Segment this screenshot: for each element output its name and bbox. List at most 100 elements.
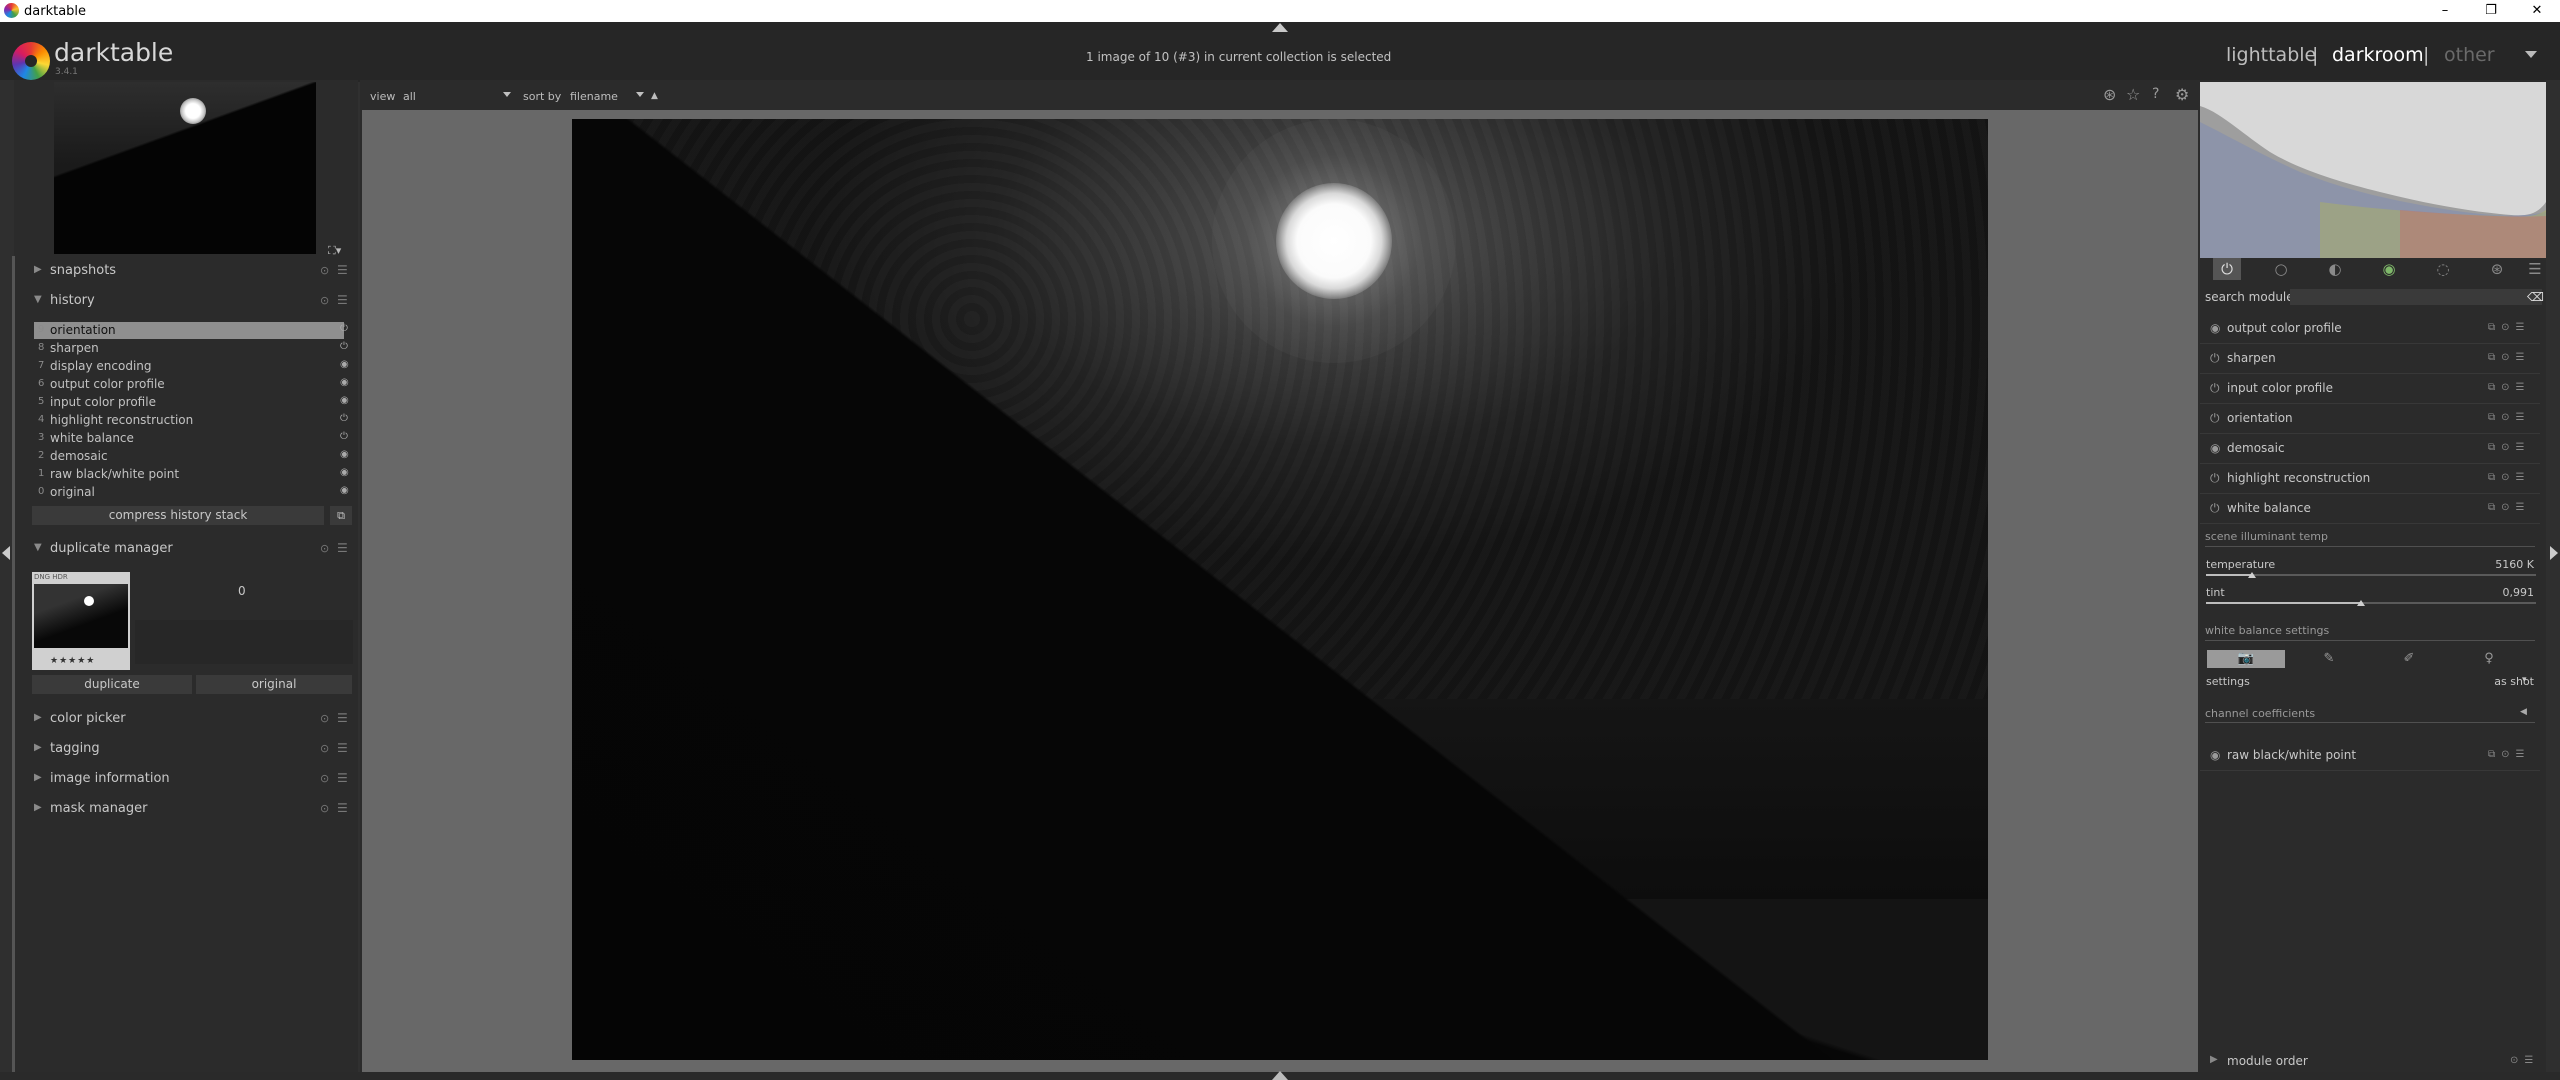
preferences-gear-icon[interactable]: ⚙ bbox=[2175, 85, 2189, 104]
module-row[interactable]: ⏻ highlight reconstruction ⧉⊙☰ bbox=[2200, 464, 2546, 494]
tab-effect-icon[interactable]: ⊛ bbox=[2483, 258, 2511, 280]
collapse-left-panel-arrow-icon[interactable] bbox=[2, 546, 10, 560]
presets-icon[interactable]: ☰ bbox=[337, 541, 348, 555]
reset-icon[interactable]: ⊙ bbox=[320, 802, 329, 815]
settings-dropdown-arrow-icon[interactable]: ▾ bbox=[2522, 675, 2527, 685]
restore-button[interactable]: ❐ bbox=[2468, 0, 2514, 22]
module-row[interactable]: ◉ output color profile ⧉⊙☰ bbox=[2200, 314, 2546, 344]
compress-history-button[interactable]: compress history stack bbox=[32, 506, 324, 525]
view-filter-dropdown[interactable]: all bbox=[403, 90, 416, 103]
duplicate-manager-section-header[interactable]: ▼ duplicate manager ⊙ ☰ bbox=[20, 536, 350, 562]
module-power-icon[interactable]: ⏻ bbox=[2210, 501, 2220, 516]
clear-search-icon[interactable]: ⌫ bbox=[2527, 290, 2544, 304]
history-create-style-icon[interactable]: ⧉ bbox=[330, 506, 352, 525]
module-header-icons[interactable]: ⧉⊙☰ bbox=[2488, 382, 2530, 393]
module-order-icons[interactable]: ⊙☰ bbox=[2510, 1055, 2539, 1066]
wb-as-shot-camera-icon[interactable]: 📷 bbox=[2207, 650, 2285, 668]
collapse-right-panel-arrow-icon[interactable] bbox=[2550, 546, 2558, 560]
view-lighttable-link[interactable]: lighttable bbox=[2226, 44, 2316, 66]
reset-icon[interactable]: ⊙ bbox=[320, 294, 329, 307]
help-icon[interactable]: ? bbox=[2152, 86, 2159, 102]
tab-base-circle-icon[interactable]: ○ bbox=[2267, 258, 2295, 280]
presets-icon[interactable]: ☰ bbox=[337, 741, 348, 755]
module-power-icon[interactable]: ◉ bbox=[2210, 748, 2220, 762]
temperature-slider-knob[interactable] bbox=[2248, 572, 2257, 578]
tab-color-icon[interactable]: ◉ bbox=[2375, 258, 2403, 280]
view-dropdown-icon[interactable] bbox=[2525, 51, 2537, 58]
image-information-section-header[interactable]: ▶ image information ⊙ ☰ bbox=[20, 766, 350, 792]
mask-manager-section-header[interactable]: ▶ mask manager ⊙ ☰ bbox=[20, 796, 350, 822]
tint-slider-knob[interactable] bbox=[2357, 600, 2366, 606]
color-picker-section-header[interactable]: ▶ color picker ⊙ ☰ bbox=[20, 706, 350, 732]
history-item[interactable]: 6 output color profile ◉ bbox=[34, 376, 349, 393]
collapse-bottom-panel-arrow-icon[interactable] bbox=[1272, 1071, 1288, 1080]
module-power-icon[interactable]: ⏻ bbox=[2210, 351, 2220, 366]
original-button[interactable]: original bbox=[196, 675, 352, 694]
sort-dropdown[interactable]: filename bbox=[570, 90, 618, 103]
tab-tone-icon[interactable]: ◐ bbox=[2321, 258, 2349, 280]
presets-icon[interactable]: ☰ bbox=[337, 263, 348, 277]
module-power-icon[interactable]: ◉ bbox=[2210, 441, 2220, 455]
reset-icon[interactable]: ⊙ bbox=[320, 264, 329, 277]
navigation-thumbnail[interactable] bbox=[54, 82, 316, 254]
module-row[interactable]: ◉ demosaic ⧉⊙☰ bbox=[2200, 434, 2546, 464]
histogram[interactable] bbox=[2200, 82, 2546, 258]
history-item[interactable]: 3 white balance ⏻ bbox=[34, 430, 348, 447]
history-item[interactable]: 9 orientation ⏻ bbox=[34, 322, 348, 339]
color-assessment-icon[interactable]: ⊛ bbox=[2103, 85, 2116, 104]
history-item[interactable]: 2 demosaic ◉ bbox=[34, 448, 349, 465]
main-image[interactable] bbox=[572, 119, 1988, 1060]
left-panel-scrollbar[interactable] bbox=[12, 256, 15, 1072]
history-item[interactable]: 0 original ◉ bbox=[34, 484, 349, 501]
module-header-icons[interactable]: ⧉⊙☰ bbox=[2488, 472, 2530, 483]
module-row[interactable]: ⏻ input color profile ⧉⊙☰ bbox=[2200, 374, 2546, 404]
search-module-input[interactable] bbox=[2290, 289, 2542, 305]
history-item[interactable]: 7 display encoding ◉ bbox=[34, 358, 349, 375]
history-item[interactable]: 5 input color profile ◉ bbox=[34, 394, 349, 411]
tab-active-modules-power-icon[interactable]: ⏻ bbox=[2213, 258, 2241, 280]
close-button[interactable]: ✕ bbox=[2514, 0, 2560, 22]
history-item[interactable]: 4 highlight reconstruction ⏻ bbox=[34, 412, 348, 429]
presets-icon[interactable]: ☰ bbox=[337, 801, 348, 815]
presets-icon[interactable]: ☰ bbox=[337, 293, 348, 307]
module-row[interactable]: ⏻ white balance ⧉⊙☰ bbox=[2200, 494, 2546, 524]
tagging-section-header[interactable]: ▶ tagging ⊙ ☰ bbox=[20, 736, 350, 762]
module-power-icon[interactable]: ⏻ bbox=[2210, 471, 2220, 486]
view-darkroom-link[interactable]: darkroom bbox=[2332, 44, 2424, 66]
expand-channel-coefficients-icon[interactable]: ◀ bbox=[2520, 707, 2527, 717]
history-section-header[interactable]: ▼ history ⊙ ☰ bbox=[20, 288, 350, 314]
presets-icon[interactable]: ☰ bbox=[337, 711, 348, 725]
module-power-icon[interactable]: ⏻ bbox=[2210, 411, 2220, 426]
sort-direction-icon[interactable]: ▲ bbox=[651, 91, 658, 101]
duplicate-button[interactable]: duplicate bbox=[32, 675, 192, 694]
reset-icon[interactable]: ⊙ bbox=[320, 742, 329, 755]
module-header-icons[interactable]: ⧉⊙☰ bbox=[2488, 322, 2530, 333]
module-header-icons[interactable]: ⧉⊙☰ bbox=[2488, 502, 2530, 513]
presets-icon[interactable]: ☰ bbox=[337, 771, 348, 785]
module-row[interactable]: ⏻ sharpen ⧉⊙☰ bbox=[2200, 344, 2546, 374]
module-power-icon[interactable]: ◉ bbox=[2210, 321, 2220, 335]
wb-camera-reference-bulb-icon[interactable]: ♀ bbox=[2450, 650, 2528, 668]
duplicate-thumbnail[interactable]: DNG HDR ★★★★★ bbox=[32, 572, 130, 670]
module-groups-menu-icon[interactable]: ☰ bbox=[2525, 258, 2545, 280]
module-header-icons[interactable]: ⧉⊙☰ bbox=[2488, 442, 2530, 453]
module-row[interactable]: ⏻ orientation ⧉⊙☰ bbox=[2200, 404, 2546, 434]
wb-user-modified-pencil-icon[interactable]: ✐ bbox=[2370, 650, 2448, 668]
navigation-zoom-icon[interactable]: ⛶▾ bbox=[328, 244, 341, 258]
minimize-button[interactable]: – bbox=[2422, 0, 2468, 22]
reset-icon[interactable]: ⊙ bbox=[320, 772, 329, 785]
view-filter-dropdown-icon[interactable] bbox=[503, 92, 511, 97]
view-other-link[interactable]: other bbox=[2444, 44, 2495, 66]
snapshots-section-header[interactable]: ▶ snapshots ⊙ ☰ bbox=[20, 258, 350, 284]
wb-color-picker-icon[interactable]: ✎ bbox=[2290, 650, 2368, 668]
reset-icon[interactable]: ⊙ bbox=[320, 712, 329, 725]
module-header-icons[interactable]: ⧉⊙☰ bbox=[2488, 749, 2530, 760]
reset-icon[interactable]: ⊙ bbox=[320, 542, 329, 555]
sort-dropdown-icon[interactable] bbox=[636, 92, 644, 97]
star-rating-overlay-icon[interactable]: ☆ bbox=[2126, 85, 2140, 104]
tab-correct-icon[interactable]: ◌ bbox=[2429, 258, 2457, 280]
channel-coefficients-section[interactable]: channel coefficients bbox=[2205, 707, 2315, 720]
module-power-icon[interactable]: ⏻ bbox=[2210, 381, 2220, 396]
module-raw-black-white-point[interactable]: ◉ raw black/white point ⧉⊙☰ bbox=[2200, 741, 2546, 771]
collapse-top-panel-arrow-icon[interactable] bbox=[1272, 23, 1288, 32]
